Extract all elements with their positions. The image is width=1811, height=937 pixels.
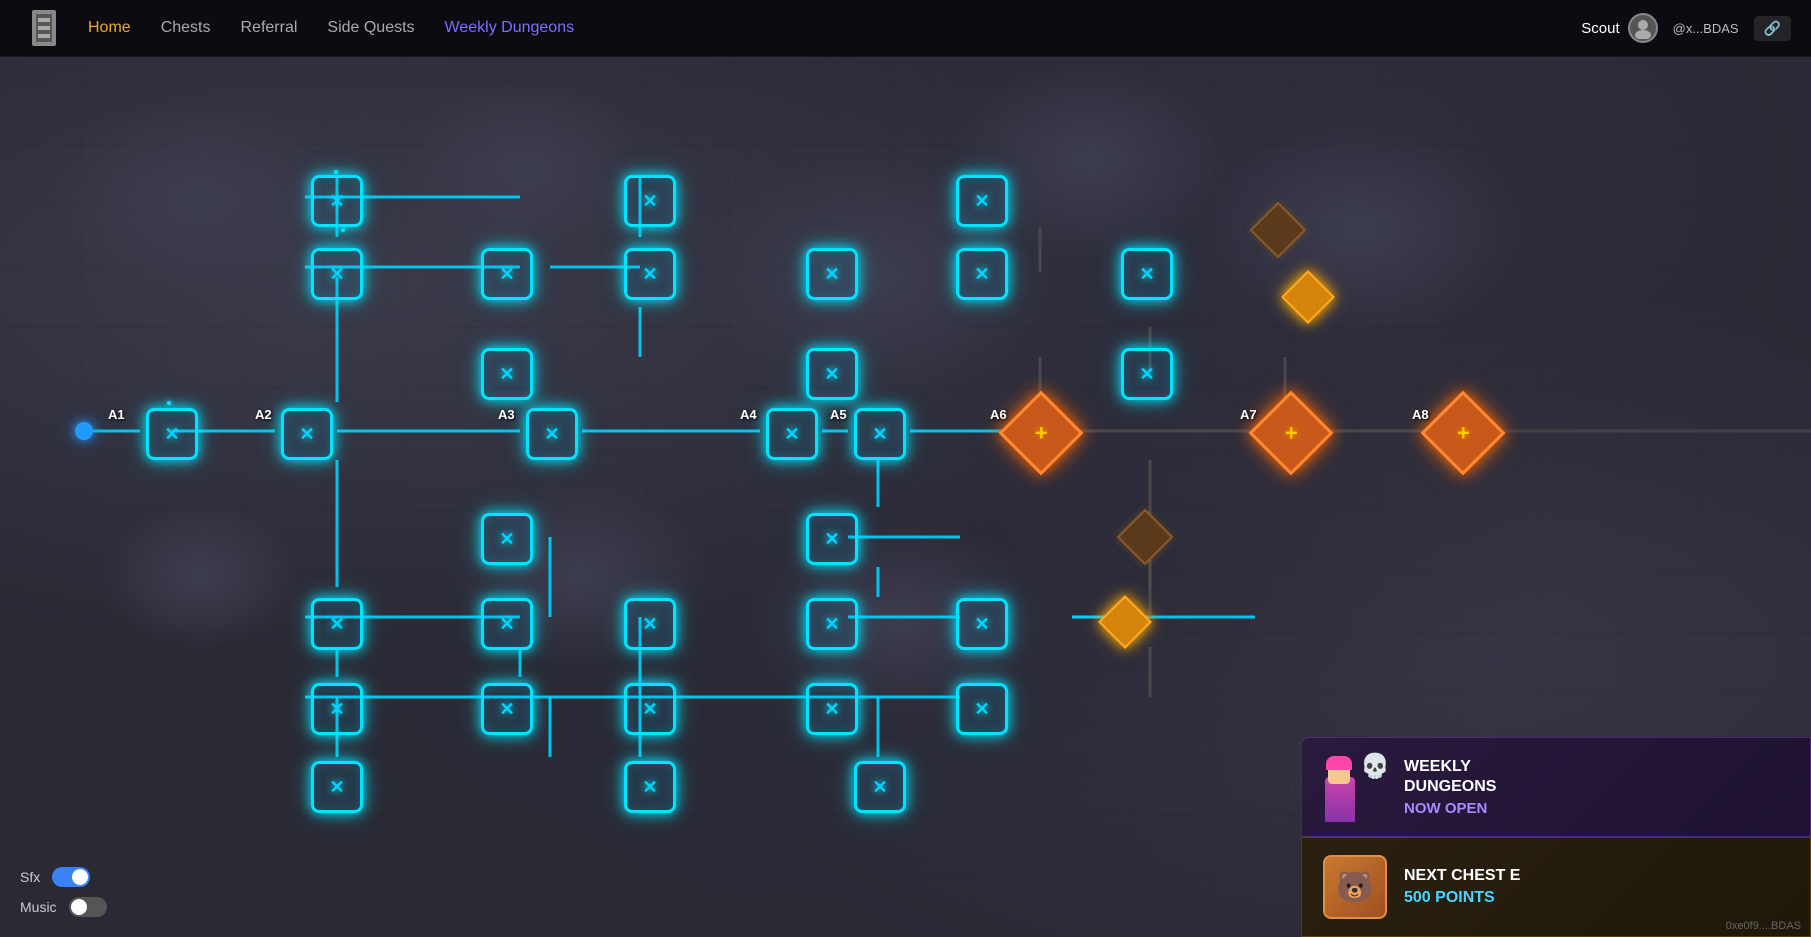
weekly-title: WEEKLY DUNGEONS	[1404, 757, 1792, 795]
nav-links: Home Chests Referral Side Quests Weekly …	[88, 19, 1581, 37]
music-row: Music	[20, 897, 107, 917]
user-address: @x...BDAS	[1673, 21, 1739, 36]
node-a6-top[interactable]	[1283, 272, 1333, 322]
bear-chest-icon: 🐻	[1323, 855, 1387, 919]
node-top-mid-1[interactable]	[305, 242, 369, 306]
node-a1[interactable]	[140, 402, 204, 466]
node-low-a5[interactable]	[848, 755, 912, 819]
node-a4[interactable]	[760, 402, 824, 466]
node-bot-a3[interactable]	[475, 592, 539, 656]
node-a3[interactable]	[520, 402, 584, 466]
label-a1: A1	[108, 407, 125, 422]
scout-button[interactable]: Scout	[1581, 13, 1657, 43]
node-bot2-a3[interactable]	[475, 677, 539, 741]
node-bot2-a2[interactable]	[305, 677, 369, 741]
sfx-label: Sfx	[20, 869, 40, 885]
node-a3-top-top[interactable]	[618, 169, 682, 233]
node-bot2-a55[interactable]	[950, 677, 1014, 741]
node-midhigh-a5[interactable]	[800, 342, 864, 406]
node-a7-gold[interactable]	[1100, 597, 1150, 647]
sfx-toggle-knob	[72, 869, 88, 885]
navbar: Home Chests Referral Side Quests Weekly …	[0, 0, 1811, 57]
node-a4-top-top[interactable]	[950, 169, 1014, 233]
node-bot-a4[interactable]	[618, 592, 682, 656]
node-a7-top[interactable]	[1253, 205, 1303, 255]
chest-title: NEXT CHEST E	[1404, 867, 1792, 885]
music-toggle-knob	[71, 899, 87, 915]
nav-chests[interactable]: Chests	[161, 19, 211, 37]
node-a2-top-top[interactable]	[305, 169, 369, 233]
node-bot-a55[interactable]	[950, 592, 1014, 656]
chest-text: NEXT CHEST E 500 POINTS	[1404, 867, 1792, 907]
node-a8[interactable]	[1427, 397, 1499, 469]
label-a6: A6	[990, 407, 1007, 422]
scout-avatar	[1628, 13, 1658, 43]
nav-referral[interactable]: Referral	[240, 19, 297, 37]
bottom-controls: Sfx Music	[20, 867, 107, 917]
label-a7: A7	[1240, 407, 1257, 422]
nav-weekly-dungeons[interactable]: Weekly Dungeons	[445, 19, 575, 37]
weekly-text: WEEKLY DUNGEONS NOW OPEN	[1404, 757, 1792, 816]
logo[interactable]	[20, 4, 68, 52]
music-label: Music	[20, 899, 57, 915]
label-a5: A5	[830, 407, 847, 422]
music-toggle[interactable]	[69, 897, 107, 917]
sfx-toggle[interactable]	[52, 867, 90, 887]
node-a6[interactable]	[1005, 397, 1077, 469]
nav-right: Scout @x...BDAS 🔗	[1581, 13, 1791, 43]
label-a2: A2	[255, 407, 272, 422]
scout-label: Scout	[1581, 20, 1619, 37]
node-bot2-a35[interactable]	[618, 677, 682, 741]
label-a8: A8	[1412, 407, 1429, 422]
node-a5-below[interactable]	[800, 507, 864, 571]
node-bot2-a5[interactable]	[800, 677, 864, 741]
wallet-address: 0xe0f9....BDAS	[1726, 920, 1801, 932]
node-low-a2[interactable]	[305, 755, 369, 819]
node-low-a3[interactable]	[618, 755, 682, 819]
weekly-dungeons-panel[interactable]: 💀 WEEKLY DUNGEONS NOW OPEN	[1301, 737, 1811, 837]
node-midhigh-a7[interactable]	[1115, 342, 1179, 406]
label-a4: A4	[740, 407, 757, 422]
node-top-mid-6[interactable]	[1115, 242, 1179, 306]
bottom-panels: 💀 WEEKLY DUNGEONS NOW OPEN 🐻 NEXT CHEST …	[1301, 737, 1811, 937]
node-bot-a2[interactable]	[305, 592, 369, 656]
chest-icon: 🐻	[1320, 852, 1390, 922]
wallet-button[interactable]: 🔗	[1754, 16, 1791, 41]
node-a3-below[interactable]	[475, 507, 539, 571]
weekly-status: NOW OPEN	[1404, 800, 1792, 817]
nav-side-quests[interactable]: Side Quests	[327, 19, 414, 37]
sfx-row: Sfx	[20, 867, 107, 887]
node-a7-below-brown[interactable]	[1120, 512, 1170, 562]
start-dot	[75, 422, 93, 440]
label-a3: A3	[498, 407, 515, 422]
node-midhigh-a3[interactable]	[475, 342, 539, 406]
nav-home[interactable]: Home	[88, 19, 131, 37]
chest-points: 500 POINTS	[1404, 889, 1792, 907]
node-a5[interactable]	[848, 402, 912, 466]
node-a2[interactable]	[275, 402, 339, 466]
node-top-mid-4[interactable]	[800, 242, 864, 306]
weekly-char-art: 💀	[1320, 752, 1390, 822]
node-bot-a5[interactable]	[800, 592, 864, 656]
node-a7[interactable]	[1255, 397, 1327, 469]
node-top-mid-5[interactable]	[950, 242, 1014, 306]
node-top-mid-2[interactable]	[475, 242, 539, 306]
node-top-mid-3[interactable]	[618, 242, 682, 306]
